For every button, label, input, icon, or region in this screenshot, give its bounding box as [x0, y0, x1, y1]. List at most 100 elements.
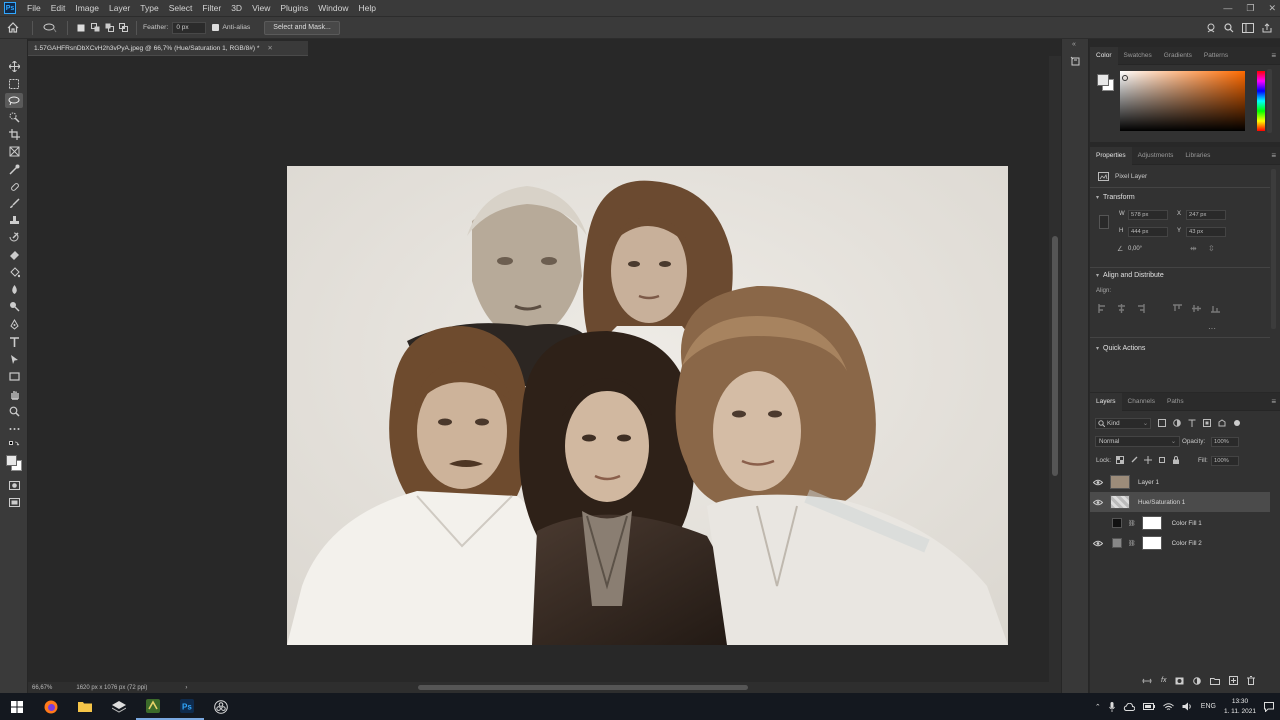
type-tool-icon[interactable]	[5, 335, 23, 350]
lock-artboard-icon[interactable]	[1158, 456, 1166, 464]
history-brush-tool-icon[interactable]	[5, 230, 23, 245]
lasso-preset-icon[interactable]	[39, 21, 61, 35]
app-icon-green[interactable]	[136, 693, 170, 720]
photoshop-taskbar-icon[interactable]: Ps	[170, 693, 204, 720]
menu-type[interactable]: Type	[135, 0, 163, 16]
tab-paths[interactable]: Paths	[1161, 393, 1190, 411]
menu-window[interactable]: Window	[313, 0, 353, 16]
keyboard-language[interactable]: ENG	[1201, 703, 1216, 710]
volume-icon[interactable]	[1182, 702, 1193, 711]
hue-slider[interactable]	[1257, 71, 1265, 131]
tab-patterns[interactable]: Patterns	[1198, 47, 1234, 65]
color-panel-scrollbar[interactable]	[1267, 69, 1272, 133]
lock-all-icon[interactable]	[1172, 456, 1180, 464]
flip-vertical-icon[interactable]: ⇳	[1208, 244, 1215, 253]
menu-file[interactable]: File	[22, 0, 46, 16]
blend-mode-select[interactable]: Normal ⌄	[1095, 436, 1180, 447]
panel-menu-icon[interactable]: ≡	[1271, 51, 1276, 60]
windows-start-icon[interactable]	[0, 693, 34, 720]
layer-name[interactable]: Color Fill 2	[1172, 540, 1202, 547]
layer-name[interactable]: Hue/Saturation 1	[1138, 499, 1185, 506]
healing-brush-tool-icon[interactable]	[5, 179, 23, 194]
subtract-selection-icon[interactable]	[102, 21, 116, 35]
tab-layers[interactable]: Layers	[1090, 392, 1122, 411]
zoom-level[interactable]: 66,67%	[32, 685, 52, 691]
workspace-icon[interactable]	[1242, 22, 1254, 33]
antialias-checkbox[interactable]	[212, 24, 220, 31]
eraser-tool-icon[interactable]	[5, 247, 23, 262]
tab-color[interactable]: Color	[1090, 46, 1118, 65]
close-icon[interactable]: ✕	[1268, 3, 1276, 14]
new-layer-icon[interactable]	[1229, 676, 1239, 685]
horizontal-scroll-thumb[interactable]	[418, 685, 748, 690]
link-dimensions-icon[interactable]	[1099, 215, 1109, 229]
menu-help[interactable]: Help	[353, 0, 380, 16]
filter-shape-icon[interactable]	[1203, 419, 1211, 427]
quick-actions-section-header[interactable]: ▾ Quick Actions	[1096, 345, 1145, 352]
eyedropper-tool-icon[interactable]	[5, 162, 23, 177]
opacity-input[interactable]: 100%	[1211, 437, 1239, 447]
battery-icon[interactable]	[1142, 703, 1155, 710]
wifi-icon[interactable]	[1162, 702, 1174, 711]
panel-menu-icon[interactable]: ≡	[1271, 151, 1276, 160]
vertical-scroll-thumb[interactable]	[1052, 236, 1058, 476]
add-selection-icon[interactable]	[88, 21, 102, 35]
visibility-eye-icon[interactable]	[1090, 540, 1106, 547]
tab-gradients[interactable]: Gradients	[1158, 47, 1198, 65]
new-group-icon[interactable]	[1210, 677, 1221, 685]
align-center-h-icon[interactable]	[1117, 304, 1126, 313]
menu-select[interactable]: Select	[164, 0, 198, 16]
menu-image[interactable]: Image	[70, 0, 104, 16]
more-tools-icon[interactable]	[5, 421, 23, 436]
file-explorer-icon[interactable]	[68, 693, 102, 720]
share-icon[interactable]	[1262, 22, 1272, 33]
lock-position-icon[interactable]	[1144, 456, 1152, 464]
fg-bg-color-picker[interactable]	[1096, 73, 1116, 93]
cloud-docs-icon[interactable]	[1206, 23, 1216, 33]
filter-toggle-icon[interactable]	[1233, 419, 1241, 427]
lasso-tool-icon[interactable]	[5, 93, 23, 108]
intersect-selection-icon[interactable]	[116, 21, 130, 35]
layer-row[interactable]: Layer 1	[1090, 472, 1270, 492]
paint-bucket-tool-icon[interactable]	[5, 265, 23, 280]
color-picker-marker[interactable]	[1122, 75, 1128, 81]
filter-adjustment-icon[interactable]	[1173, 419, 1181, 427]
menu-view[interactable]: View	[247, 0, 275, 16]
lock-pixels-icon[interactable]	[1130, 456, 1138, 464]
layer-name[interactable]: Color Fill 1	[1172, 520, 1202, 527]
tab-swatches[interactable]: Swatches	[1118, 47, 1158, 65]
add-mask-icon[interactable]	[1175, 677, 1184, 685]
home-icon[interactable]	[0, 21, 26, 35]
pen-tool-icon[interactable]	[5, 317, 23, 332]
quick-mask-icon[interactable]	[5, 478, 23, 493]
swap-colors-icon[interactable]	[5, 437, 23, 452]
visibility-eye-icon[interactable]	[1090, 479, 1106, 486]
document-canvas-image[interactable]	[287, 166, 1008, 645]
color-swatches[interactable]	[4, 452, 24, 474]
select-and-mask-button[interactable]: Select and Mask...	[264, 20, 340, 35]
tray-overflow-icon[interactable]: ⌃	[1095, 703, 1101, 711]
quick-selection-tool-icon[interactable]	[5, 110, 23, 125]
layer-row[interactable]: ⛓ Color Fill 2	[1090, 533, 1270, 553]
search-icon[interactable]	[1224, 22, 1234, 33]
x-input[interactable]: 247 px	[1186, 210, 1226, 220]
tab-adjustments[interactable]: Adjustments	[1132, 147, 1180, 165]
blur-tool-icon[interactable]	[5, 282, 23, 297]
menu-plugins[interactable]: Plugins	[275, 0, 313, 16]
filter-smart-object-icon[interactable]	[1218, 419, 1226, 427]
layer-row[interactable]: ⛓ Color Fill 1	[1090, 513, 1270, 533]
width-input[interactable]: 578 px	[1128, 210, 1168, 220]
align-left-icon[interactable]	[1098, 304, 1107, 313]
status-arrow-icon[interactable]: ›	[185, 685, 187, 691]
history-panel-icon[interactable]	[1070, 56, 1081, 67]
layer-row[interactable]: Hue/Saturation 1	[1090, 492, 1270, 512]
height-input[interactable]: 444 px	[1128, 227, 1168, 237]
tab-channels[interactable]: Channels	[1122, 393, 1161, 411]
y-input[interactable]: 43 px	[1186, 227, 1226, 237]
frame-tool-icon[interactable]	[5, 144, 23, 159]
brush-tool-icon[interactable]	[5, 196, 23, 211]
cloud-icon[interactable]	[1123, 702, 1135, 711]
fx-icon[interactable]: fx	[1161, 677, 1166, 684]
align-center-v-icon[interactable]	[1192, 304, 1201, 313]
move-tool-icon[interactable]	[5, 59, 23, 74]
